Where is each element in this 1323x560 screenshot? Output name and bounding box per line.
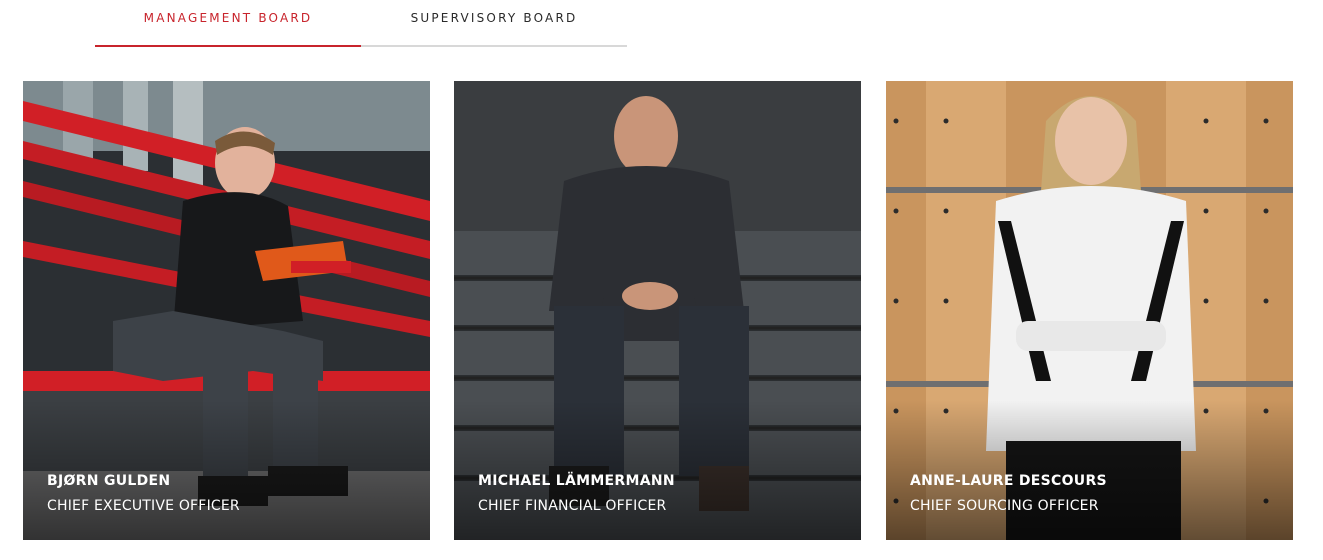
tab-management-board[interactable]: MANAGEMENT BOARD — [95, 0, 361, 47]
caption-shade — [23, 400, 430, 540]
member-card-cfo[interactable]: MICHAEL LÄMMERMANN CHIEF FINANCIAL OFFIC… — [454, 81, 861, 540]
member-name: MICHAEL LÄMMERMANN — [478, 473, 675, 489]
caption-shade — [454, 400, 861, 540]
member-role: CHIEF FINANCIAL OFFICER — [478, 498, 667, 514]
member-role: CHIEF SOURCING OFFICER — [910, 498, 1099, 514]
member-name: BJØRN GULDEN — [47, 473, 171, 489]
tab-supervisory-board[interactable]: SUPERVISORY BOARD — [361, 0, 627, 47]
member-name: ANNE-LAURE DESCOURS — [910, 473, 1107, 489]
member-card-ceo[interactable]: BJØRN GULDEN CHIEF EXECUTIVE OFFICER — [23, 81, 430, 540]
member-role: CHIEF EXECUTIVE OFFICER — [47, 498, 240, 514]
board-tabs: MANAGEMENT BOARD SUPERVISORY BOARD — [95, 0, 627, 47]
caption-shade — [886, 400, 1293, 540]
member-card-cso[interactable]: ANNE-LAURE DESCOURS CHIEF SOURCING OFFIC… — [886, 81, 1293, 540]
